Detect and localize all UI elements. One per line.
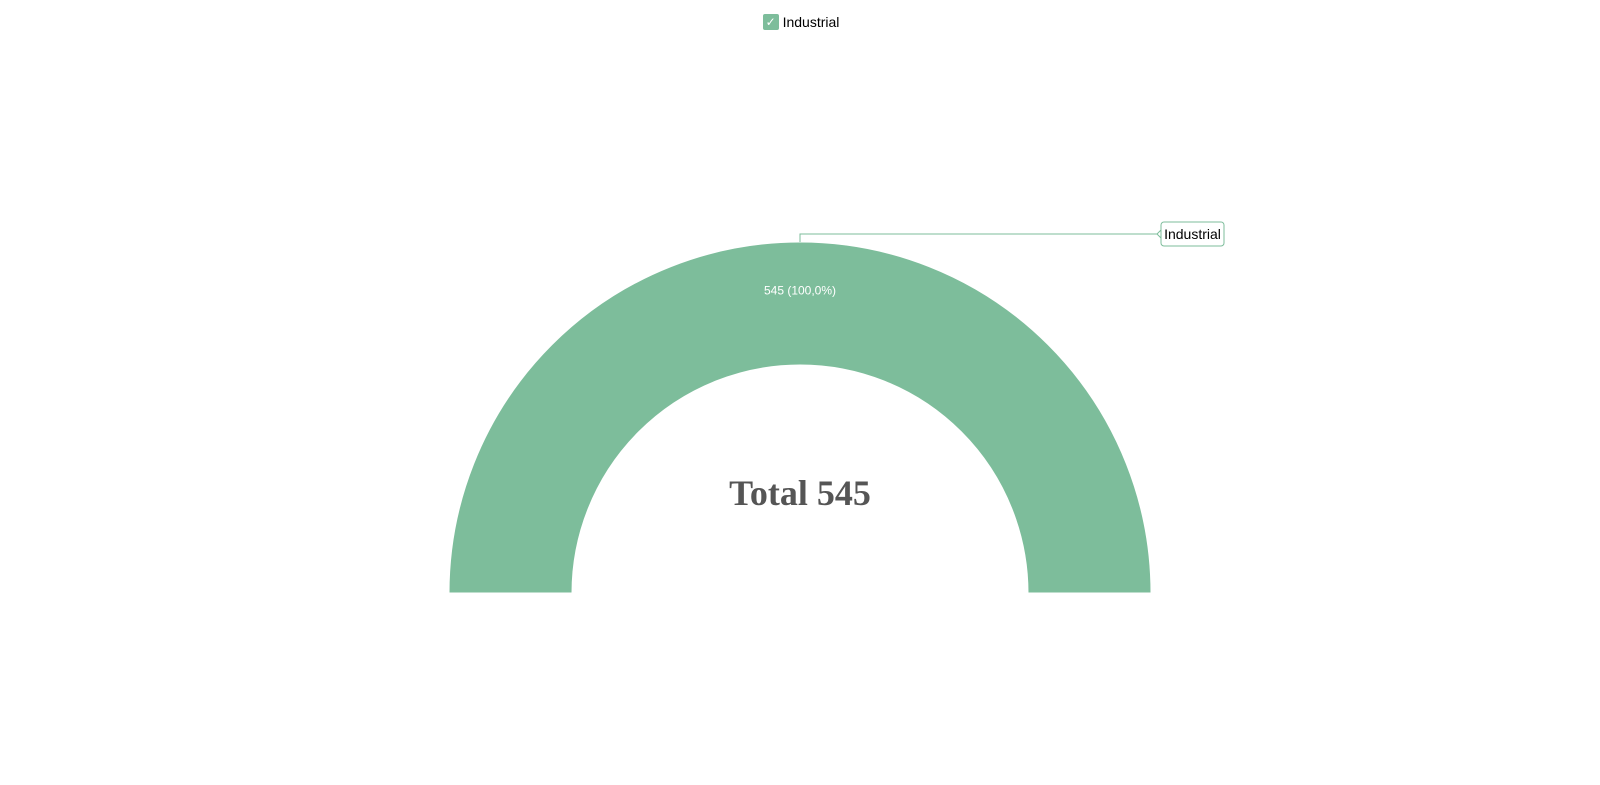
slice-value-label: 545 (100,0%) (764, 284, 836, 298)
center-total-label: Total 545 (729, 473, 871, 513)
callout-connector (799, 233, 1157, 242)
semi-donut-chart: 545 (100,0%) Industrial Total 545 (448, 221, 1225, 594)
callout-label: Industrial (1164, 226, 1221, 242)
callouts-group: Industrial (799, 221, 1225, 247)
callout-pointer (1156, 228, 1162, 240)
slices-group: 545 (100,0%) (448, 241, 1152, 594)
